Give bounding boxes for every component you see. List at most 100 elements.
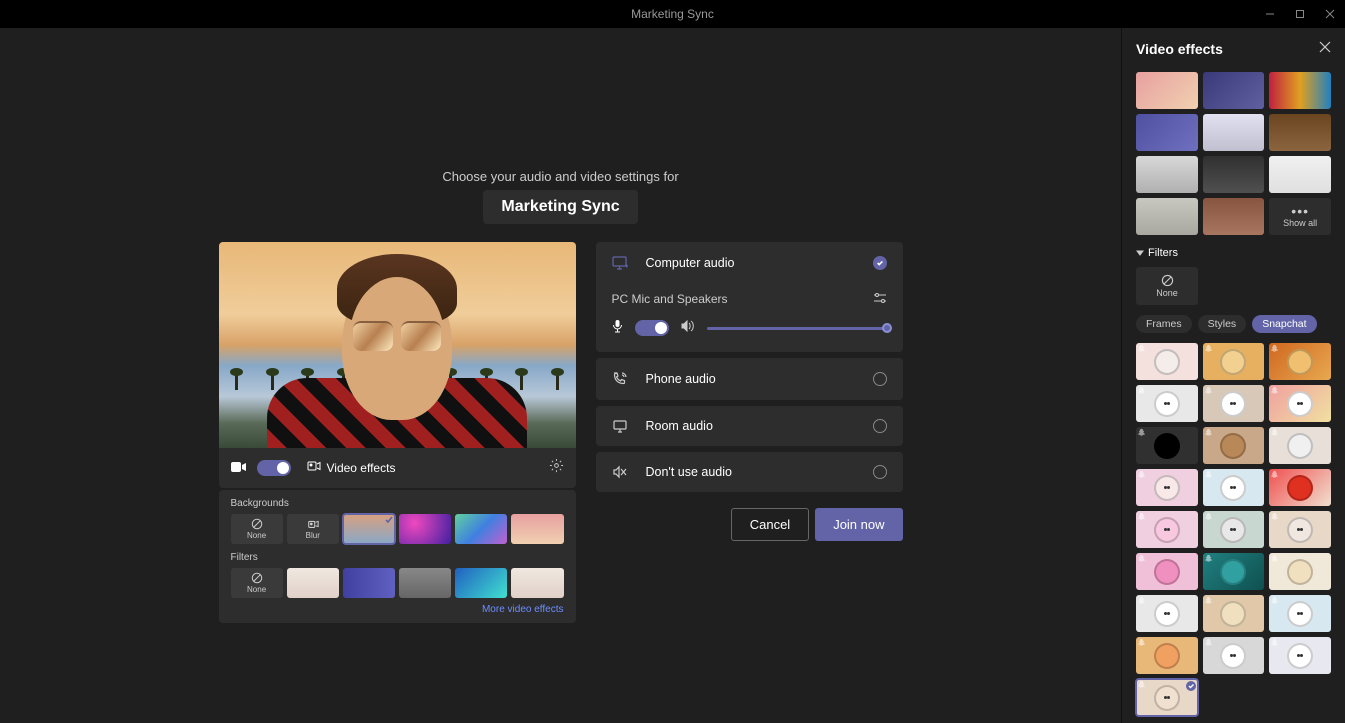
snapchat-filter-tile[interactable] (1136, 343, 1198, 380)
background-tile[interactable] (1203, 156, 1265, 193)
filter-none-tile[interactable]: None (231, 568, 283, 598)
mini-backgrounds-section: Backgrounds NoneBlur Filters None More v… (219, 490, 576, 623)
checkmark-icon (384, 515, 394, 525)
speaker-icon (681, 319, 695, 337)
filters-section-header[interactable]: Filters (1136, 247, 1331, 259)
device-settings-button[interactable] (549, 458, 564, 478)
snapchat-filter-tile[interactable] (1136, 511, 1198, 548)
filter-tabs: Frames Styles Snapchat (1136, 315, 1331, 333)
background-tile[interactable] (1269, 72, 1331, 109)
panel-close-button[interactable] (1319, 40, 1331, 58)
video-effects-button[interactable]: Video effects (307, 459, 396, 476)
background-tile[interactable] (1269, 114, 1331, 151)
audio-device-settings-icon[interactable] (873, 292, 887, 307)
close-button[interactable] (1315, 0, 1345, 28)
snapchat-filter-tile[interactable] (1203, 637, 1265, 674)
snapchat-badge-icon (1137, 386, 1146, 395)
snapchat-filter-tile[interactable] (1136, 385, 1198, 422)
snapchat-filter-tile[interactable] (1136, 679, 1198, 716)
volume-slider[interactable] (707, 327, 887, 330)
room-icon (612, 419, 630, 433)
background-tile[interactable] (1136, 198, 1198, 235)
snapchat-badge-icon (1137, 680, 1146, 689)
snapchat-filter-tile[interactable] (1203, 595, 1265, 632)
radio-empty-icon (873, 465, 887, 479)
snapchat-filter-tile[interactable] (1269, 343, 1331, 380)
background-tile[interactable] (1203, 114, 1265, 151)
tab-frames[interactable]: Frames (1136, 315, 1192, 333)
background-tile[interactable] (511, 514, 563, 544)
snapchat-filter-tile[interactable] (1269, 385, 1331, 422)
maximize-button[interactable] (1285, 0, 1315, 28)
window-controls (1255, 0, 1345, 28)
ellipsis-icon: ••• (1291, 206, 1309, 216)
snapchat-badge-icon (1137, 638, 1146, 647)
snapchat-filter-tile[interactable] (1203, 511, 1265, 548)
filter-tile[interactable] (455, 568, 507, 598)
snapchat-filter-tile[interactable] (1136, 553, 1198, 590)
effects-icon (307, 459, 321, 476)
computer-audio-icon (612, 255, 630, 271)
snapchat-badge-icon (1204, 428, 1213, 437)
background-none-tile[interactable]: None (231, 514, 283, 544)
background-tile[interactable] (1136, 156, 1198, 193)
background-tile[interactable] (1203, 72, 1265, 109)
camera-toggle[interactable] (257, 460, 291, 476)
snapchat-filter-tile[interactable] (1203, 553, 1265, 590)
phone-audio-option[interactable]: Phone audio (596, 358, 903, 400)
snapchat-badge-icon (1204, 512, 1213, 521)
snapchat-filter-tile[interactable] (1203, 385, 1265, 422)
snapchat-filter-tile[interactable] (1269, 595, 1331, 632)
room-audio-option[interactable]: Room audio (596, 406, 903, 446)
snapchat-badge-icon (1204, 638, 1213, 647)
background-blur-tile[interactable]: Blur (287, 514, 339, 544)
filters-section-label: Filters (1148, 247, 1178, 259)
background-tile[interactable] (455, 514, 507, 544)
cancel-button[interactable]: Cancel (731, 508, 809, 541)
dont-use-audio-option[interactable]: Don't use audio (596, 452, 903, 492)
snapchat-badge-icon (1204, 554, 1213, 563)
filters-label: Filters (231, 552, 564, 563)
filter-tile[interactable] (343, 568, 395, 598)
background-tile[interactable] (343, 514, 395, 544)
join-now-button[interactable]: Join now (815, 508, 902, 541)
background-tile[interactable] (1136, 114, 1198, 151)
snapchat-filter-tile[interactable] (1203, 343, 1265, 380)
snapchat-filter-tile[interactable] (1136, 427, 1198, 464)
computer-audio-option[interactable]: Computer audio (596, 242, 903, 284)
snapchat-filter-tile[interactable] (1203, 427, 1265, 464)
filter-tile[interactable] (399, 568, 451, 598)
snapchat-filter-tile[interactable] (1269, 511, 1331, 548)
mic-toggle[interactable] (635, 320, 669, 336)
room-audio-card: Room audio (596, 406, 903, 446)
audio-device-row[interactable]: PC Mic and Speakers (596, 284, 903, 315)
snapchat-filter-tile[interactable] (1269, 469, 1331, 506)
filter-none-tile[interactable]: None (1136, 267, 1198, 305)
snapchat-filter-tile[interactable] (1269, 637, 1331, 674)
snapchat-filter-tile[interactable] (1136, 469, 1198, 506)
snapchat-filter-tile[interactable] (1269, 427, 1331, 464)
tab-styles[interactable]: Styles (1198, 315, 1247, 333)
snapchat-filter-tile[interactable] (1269, 553, 1331, 590)
tab-snapchat[interactable]: Snapchat (1252, 315, 1316, 333)
snapchat-filter-tile[interactable] (1136, 637, 1198, 674)
phone-audio-card: Phone audio (596, 358, 903, 400)
snapchat-filters-grid (1136, 343, 1331, 716)
background-tile[interactable] (1136, 72, 1198, 109)
filter-tile[interactable] (287, 568, 339, 598)
snapchat-badge-icon (1204, 470, 1213, 479)
title-bar: Marketing Sync (0, 0, 1345, 28)
more-video-effects-link[interactable]: More video effects (231, 604, 564, 615)
snapchat-filter-tile[interactable] (1203, 469, 1265, 506)
background-tile[interactable] (399, 514, 451, 544)
snapchat-filter-tile[interactable] (1136, 595, 1198, 632)
minimize-button[interactable] (1255, 0, 1285, 28)
video-controls-bar: Video effects (219, 448, 576, 488)
background-tile[interactable] (1203, 198, 1265, 235)
filter-tile[interactable] (511, 568, 563, 598)
background-tile[interactable] (1269, 156, 1331, 193)
none-label: None (1156, 288, 1178, 298)
show-all-backgrounds-button[interactable]: •••Show all (1269, 198, 1331, 235)
panel-title: Video effects (1136, 41, 1223, 57)
meeting-name: Marketing Sync (483, 190, 637, 224)
